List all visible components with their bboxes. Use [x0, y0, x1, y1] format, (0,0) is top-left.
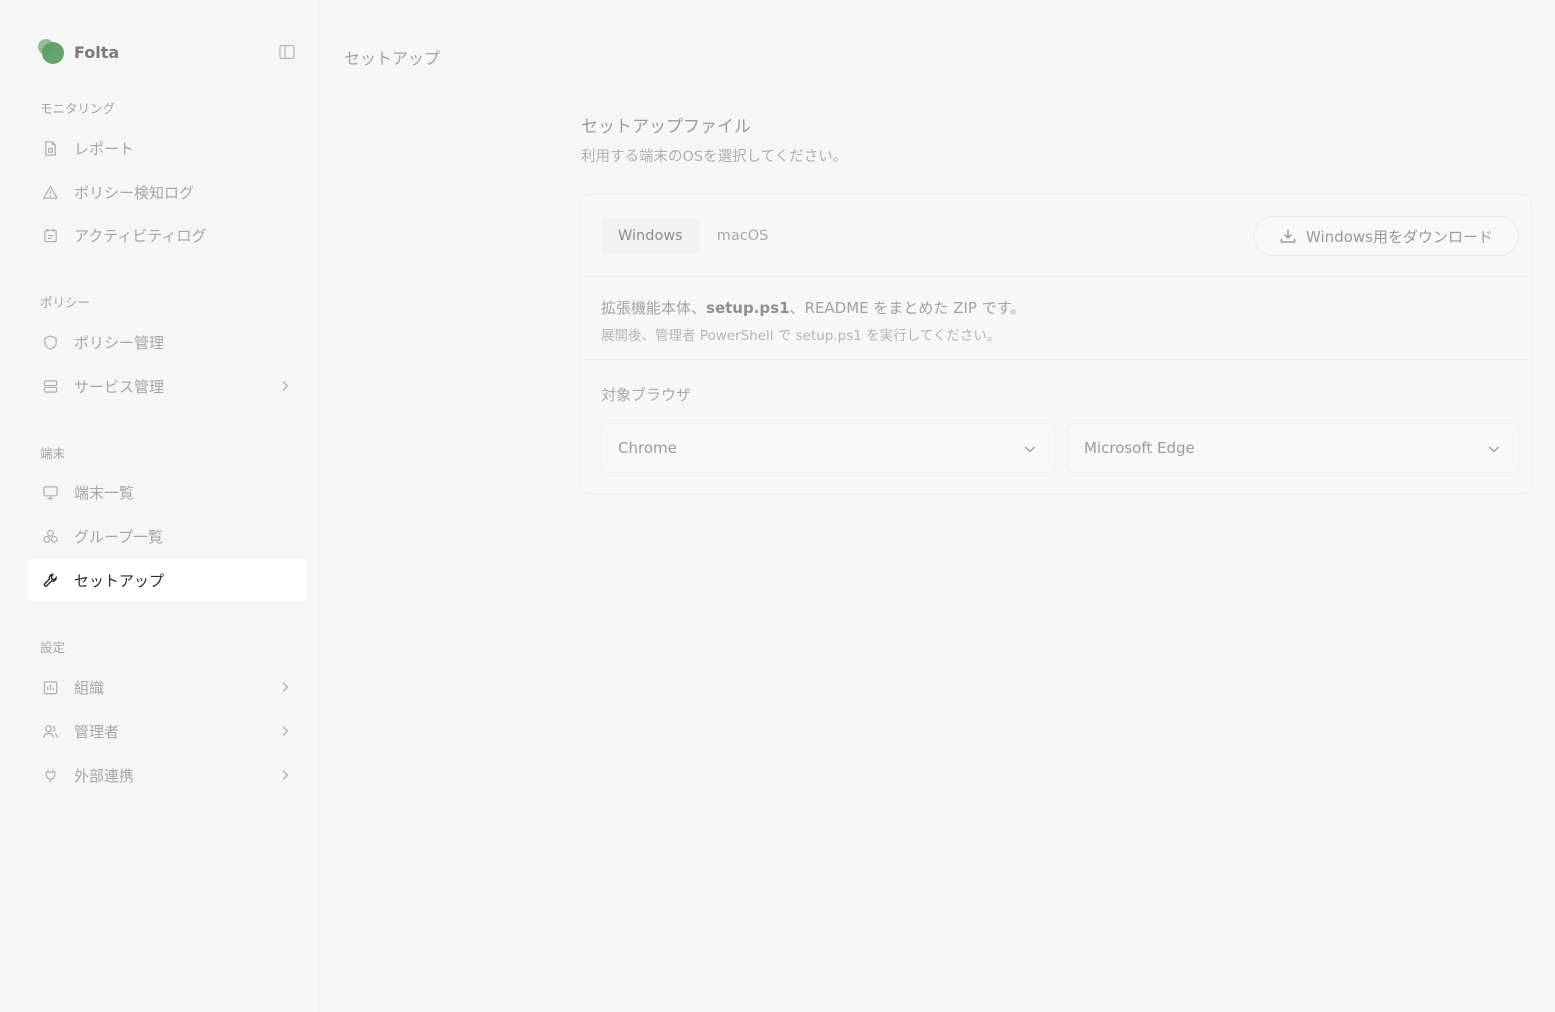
divider [581, 359, 1531, 360]
nav-group-devices: 端末 [40, 446, 66, 461]
warning-icon [41, 183, 59, 201]
setup-filename: setup.ps1 [706, 299, 790, 317]
nav-group-settings: 設定 [40, 640, 66, 655]
tab-macos[interactable]: macOS [700, 217, 786, 255]
folta-logo-icon [38, 38, 66, 66]
building-icon [41, 678, 59, 696]
shield-icon [41, 333, 59, 351]
sidebar-item-label: サービス管理 [74, 377, 165, 396]
page-title: セットアップ [344, 49, 441, 68]
package-description: 拡張機能本体、setup.ps1、README をまとめた ZIP です。 [601, 299, 1026, 317]
sidebar-item-device-list[interactable]: 端末一覧 [28, 471, 307, 513]
chevron-down-icon [1025, 446, 1035, 453]
sidebar-item-policy-detection-log[interactable]: ポリシー検知ログ [28, 171, 307, 213]
sidebar-item-label: セットアップ [74, 571, 165, 590]
chevron-right-icon [282, 381, 289, 391]
sidebar-item-label: ポリシー管理 [74, 333, 165, 352]
wrench-icon [41, 571, 59, 589]
users-icon [41, 722, 59, 740]
calendar-icon [41, 226, 59, 244]
select-value: Microsoft Edge [1084, 439, 1195, 457]
monitor-icon [41, 483, 59, 501]
sidebar-panel-icon [279, 44, 295, 60]
sidebar-item-policy-management[interactable]: ポリシー管理 [28, 321, 307, 363]
download-button-label: Windows用をダウンロード [1306, 227, 1493, 246]
sidebar-item-administrators[interactable]: 管理者 [28, 710, 307, 752]
setup-file-card: Windows macOS Windows用をダウンロード 拡張機能本体、set… [580, 194, 1532, 494]
sidebar-item-label: レポート [74, 139, 135, 158]
browser-select-edge[interactable]: Microsoft Edge [1067, 423, 1519, 473]
chevron-down-icon [1489, 446, 1499, 453]
sidebar-item-organization[interactable]: 組織 [28, 666, 307, 708]
chevron-right-icon [282, 682, 289, 692]
sidebar-toggle-button[interactable] [277, 42, 297, 62]
sidebar-item-reports[interactable]: レポート [28, 127, 307, 169]
select-value: Chrome [618, 439, 677, 457]
file-icon [41, 139, 59, 157]
section-subtitle: 利用する端末のOSを選択してください。 [581, 149, 848, 165]
tab-windows[interactable]: Windows [601, 217, 700, 255]
os-tabs: Windows macOS [601, 217, 785, 255]
sidebar-item-group-list[interactable]: グループ一覧 [28, 515, 307, 557]
target-browser-label: 対象ブラウザ [601, 386, 692, 404]
sidebar-item-label: 端末一覧 [74, 483, 135, 502]
browser-select-chrome[interactable]: Chrome [601, 423, 1055, 473]
plug-icon [41, 766, 59, 784]
sidebar-item-label: 外部連携 [74, 766, 135, 785]
brand[interactable]: Folta [38, 38, 119, 66]
server-icon [41, 377, 59, 395]
package-instructions: 展開後、管理者 PowerShell で setup.ps1 を実行してください… [601, 328, 1001, 344]
chevron-right-icon [282, 726, 289, 736]
brand-name: Folta [74, 42, 120, 62]
sidebar-item-label: グループ一覧 [74, 527, 164, 546]
download-button[interactable]: Windows用をダウンロード [1253, 216, 1519, 256]
nav-group-policy: ポリシー [40, 295, 91, 310]
sidebar-item-label: アクティビティログ [74, 226, 207, 245]
group-icon [41, 527, 59, 545]
sidebar-item-integrations[interactable]: 外部連携 [28, 754, 307, 796]
sidebar-item-label: 管理者 [74, 722, 120, 741]
divider [581, 276, 1531, 277]
sidebar-item-service-management[interactable]: サービス管理 [28, 365, 307, 407]
sidebar-item-label: ポリシー検知ログ [74, 183, 195, 202]
download-icon [1279, 227, 1297, 245]
sidebar-item-setup[interactable]: セットアップ [28, 559, 307, 601]
app-window: Folta モニタリング レポート ポリシー検知ログ アクティビティログ ポリシ… [0, 0, 1555, 1012]
sidebar-item-activity-log[interactable]: アクティビティログ [28, 214, 307, 256]
sidebar: Folta モニタリング レポート ポリシー検知ログ アクティビティログ ポリシ… [0, 0, 320, 1012]
section-title: セットアップファイル [581, 117, 751, 137]
nav-group-monitoring: モニタリング [40, 101, 116, 116]
chevron-right-icon [282, 770, 289, 780]
sidebar-item-label: 組織 [74, 678, 105, 697]
